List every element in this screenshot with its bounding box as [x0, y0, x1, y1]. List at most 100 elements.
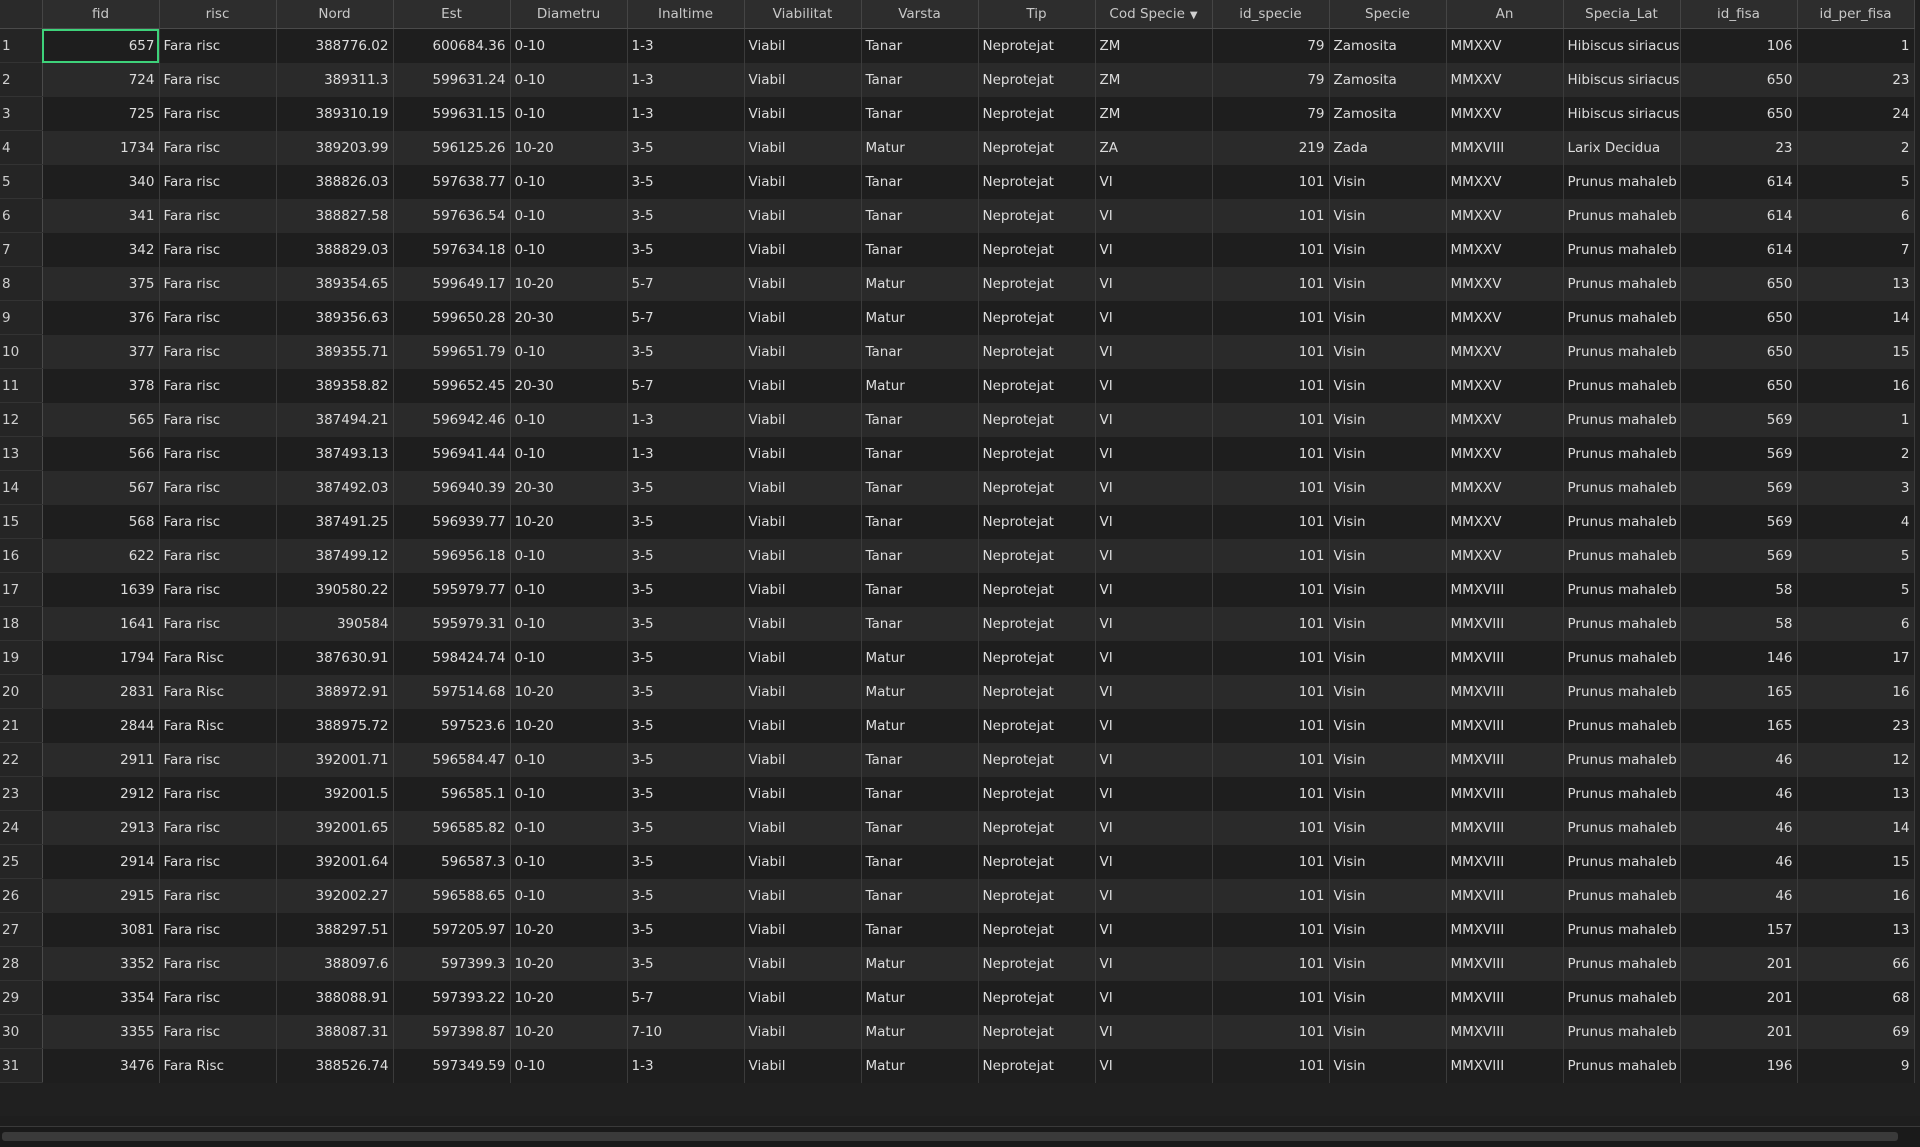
cell-est[interactable]: 597205.97: [393, 912, 511, 947]
cell-specia-lat[interactable]: Prunus mahaleb: [1563, 708, 1681, 743]
cell-id-per-fisa[interactable]: 16: [1797, 878, 1915, 913]
cell-fid[interactable]: 2912: [42, 776, 160, 811]
cell-fid[interactable]: 3354: [42, 980, 160, 1015]
cell-tip[interactable]: Neprotejat: [978, 368, 1096, 403]
cell-est[interactable]: 597349.59: [393, 1048, 511, 1083]
column-header-fid[interactable]: fid: [42, 0, 160, 29]
cell-id-specie[interactable]: 101: [1212, 742, 1330, 777]
cell-tip[interactable]: Neprotejat: [978, 232, 1096, 267]
cell-risc[interactable]: Fara risc: [159, 538, 277, 573]
cell-risc[interactable]: Fara risc: [159, 96, 277, 131]
row-number-header[interactable]: 11: [0, 368, 43, 403]
cell-est[interactable]: 595979.77: [393, 572, 511, 607]
cell-fid[interactable]: 566: [42, 436, 160, 471]
cell-varsta[interactable]: Matur: [861, 300, 979, 335]
cell-id-specie[interactable]: 101: [1212, 1048, 1330, 1083]
cell-fid[interactable]: 376: [42, 300, 160, 335]
cell-an[interactable]: MMXVIII: [1446, 742, 1564, 777]
cell-varsta[interactable]: Tanar: [861, 504, 979, 539]
cell-id-fisa[interactable]: 196: [1680, 1048, 1798, 1083]
cell-an[interactable]: MMXVIII: [1446, 708, 1564, 743]
cell-specia-lat[interactable]: Hibiscus siriacus: [1563, 62, 1681, 97]
cell-fid[interactable]: 1639: [42, 572, 160, 607]
cell-diametru[interactable]: 0-10: [510, 742, 628, 777]
cell-id-fisa[interactable]: 46: [1680, 776, 1798, 811]
cell-cod-specie[interactable]: VI: [1095, 878, 1213, 913]
cell-inaltime[interactable]: 7-10: [627, 1014, 745, 1049]
cell-diametru[interactable]: 20-30: [510, 300, 628, 335]
cell-cod-specie[interactable]: VI: [1095, 844, 1213, 879]
cell-specie[interactable]: Visin: [1329, 470, 1447, 505]
cell-fid[interactable]: 622: [42, 538, 160, 573]
column-header-nord[interactable]: Nord: [276, 0, 394, 29]
cell-id-per-fisa[interactable]: 14: [1797, 300, 1915, 335]
column-header-specia-lat[interactable]: Specia_Lat: [1563, 0, 1681, 29]
cell-varsta[interactable]: Tanar: [861, 844, 979, 879]
cell-tip[interactable]: Neprotejat: [978, 266, 1096, 301]
cell-viabilitat[interactable]: Viabil: [744, 572, 862, 607]
cell-diametru[interactable]: 0-10: [510, 334, 628, 369]
cell-id-fisa[interactable]: 23: [1680, 130, 1798, 165]
cell-fid[interactable]: 2911: [42, 742, 160, 777]
cell-id-per-fisa[interactable]: 12: [1797, 742, 1915, 777]
cell-risc[interactable]: Fara risc: [159, 164, 277, 199]
table-row[interactable]: 29 3354 Fara risc 388088.91 597393.22 10-20 5-…: [0, 980, 1915, 1015]
cell-specie[interactable]: Visin: [1329, 436, 1447, 471]
cell-tip[interactable]: Neprotejat: [978, 62, 1096, 97]
row-number-header[interactable]: 23: [0, 776, 43, 811]
cell-diametru[interactable]: 20-30: [510, 470, 628, 505]
column-header-id-fisa[interactable]: id_fisa: [1680, 0, 1798, 29]
corner-select-all[interactable]: [0, 0, 43, 29]
cell-id-per-fisa[interactable]: 15: [1797, 334, 1915, 369]
cell-cod-specie[interactable]: VI: [1095, 742, 1213, 777]
table-row[interactable]: 20 2831 Fara Risc 388972.91 597514.68 10-20 3-…: [0, 674, 1915, 709]
cell-nord[interactable]: 392001.65: [276, 810, 394, 845]
row-number-header[interactable]: 16: [0, 538, 43, 573]
cell-id-specie[interactable]: 101: [1212, 368, 1330, 403]
cell-id-per-fisa[interactable]: 69: [1797, 1014, 1915, 1049]
cell-est[interactable]: 595979.31: [393, 606, 511, 641]
cell-inaltime[interactable]: 3-5: [627, 878, 745, 913]
cell-specia-lat[interactable]: Prunus mahaleb: [1563, 198, 1681, 233]
cell-an[interactable]: MMXXV: [1446, 96, 1564, 131]
cell-est[interactable]: 599631.24: [393, 62, 511, 97]
cell-diametru[interactable]: 10-20: [510, 504, 628, 539]
cell-id-specie[interactable]: 79: [1212, 62, 1330, 97]
cell-varsta[interactable]: Matur: [861, 368, 979, 403]
column-header-an[interactable]: An: [1446, 0, 1564, 29]
row-number-header[interactable]: 21: [0, 708, 43, 743]
cell-id-specie[interactable]: 219: [1212, 130, 1330, 165]
cell-viabilitat[interactable]: Viabil: [744, 606, 862, 641]
cell-diametru[interactable]: 10-20: [510, 912, 628, 947]
cell-cod-specie[interactable]: VI: [1095, 300, 1213, 335]
cell-est[interactable]: 597399.3: [393, 946, 511, 981]
cell-nord[interactable]: 388087.31: [276, 1014, 394, 1049]
table-row[interactable]: 13 566 Fara risc 387493.13 596941.44 0-10 1-3 V…: [0, 436, 1915, 471]
cell-id-fisa[interactable]: 146: [1680, 640, 1798, 675]
cell-risc[interactable]: Fara risc: [159, 130, 277, 165]
cell-inaltime[interactable]: 3-5: [627, 164, 745, 199]
table-row[interactable]: 23 2912 Fara risc 392001.5 596585.1 0-10 3-5 Vi…: [0, 776, 1915, 811]
cell-cod-specie[interactable]: VI: [1095, 470, 1213, 505]
cell-tip[interactable]: Neprotejat: [978, 96, 1096, 131]
cell-cod-specie[interactable]: VI: [1095, 674, 1213, 709]
cell-fid[interactable]: 3081: [42, 912, 160, 947]
cell-varsta[interactable]: Matur: [861, 946, 979, 981]
cell-fid[interactable]: 2844: [42, 708, 160, 743]
cell-tip[interactable]: Neprotejat: [978, 130, 1096, 165]
cell-specia-lat[interactable]: Prunus mahaleb: [1563, 300, 1681, 335]
row-number-header[interactable]: 6: [0, 198, 43, 233]
table-row[interactable]: 22 2911 Fara risc 392001.71 596584.47 0-10 3-5…: [0, 742, 1915, 777]
cell-id-per-fisa[interactable]: 23: [1797, 708, 1915, 743]
cell-tip[interactable]: Neprotejat: [978, 572, 1096, 607]
cell-diametru[interactable]: 10-20: [510, 708, 628, 743]
cell-cod-specie[interactable]: VI: [1095, 810, 1213, 845]
table-row[interactable]: 1 657 Fara risc 388776.02 600684.36 0-10 1-3 Vi…: [0, 28, 1915, 63]
cell-cod-specie[interactable]: ZM: [1095, 28, 1213, 63]
cell-inaltime[interactable]: 1-3: [627, 402, 745, 437]
table-row[interactable]: 17 1639 Fara risc 390580.22 595979.77 0-10 3-5…: [0, 572, 1915, 607]
cell-fid[interactable]: 340: [42, 164, 160, 199]
cell-fid[interactable]: 724: [42, 62, 160, 97]
cell-an[interactable]: MMXXV: [1446, 164, 1564, 199]
cell-risc[interactable]: Fara risc: [159, 470, 277, 505]
